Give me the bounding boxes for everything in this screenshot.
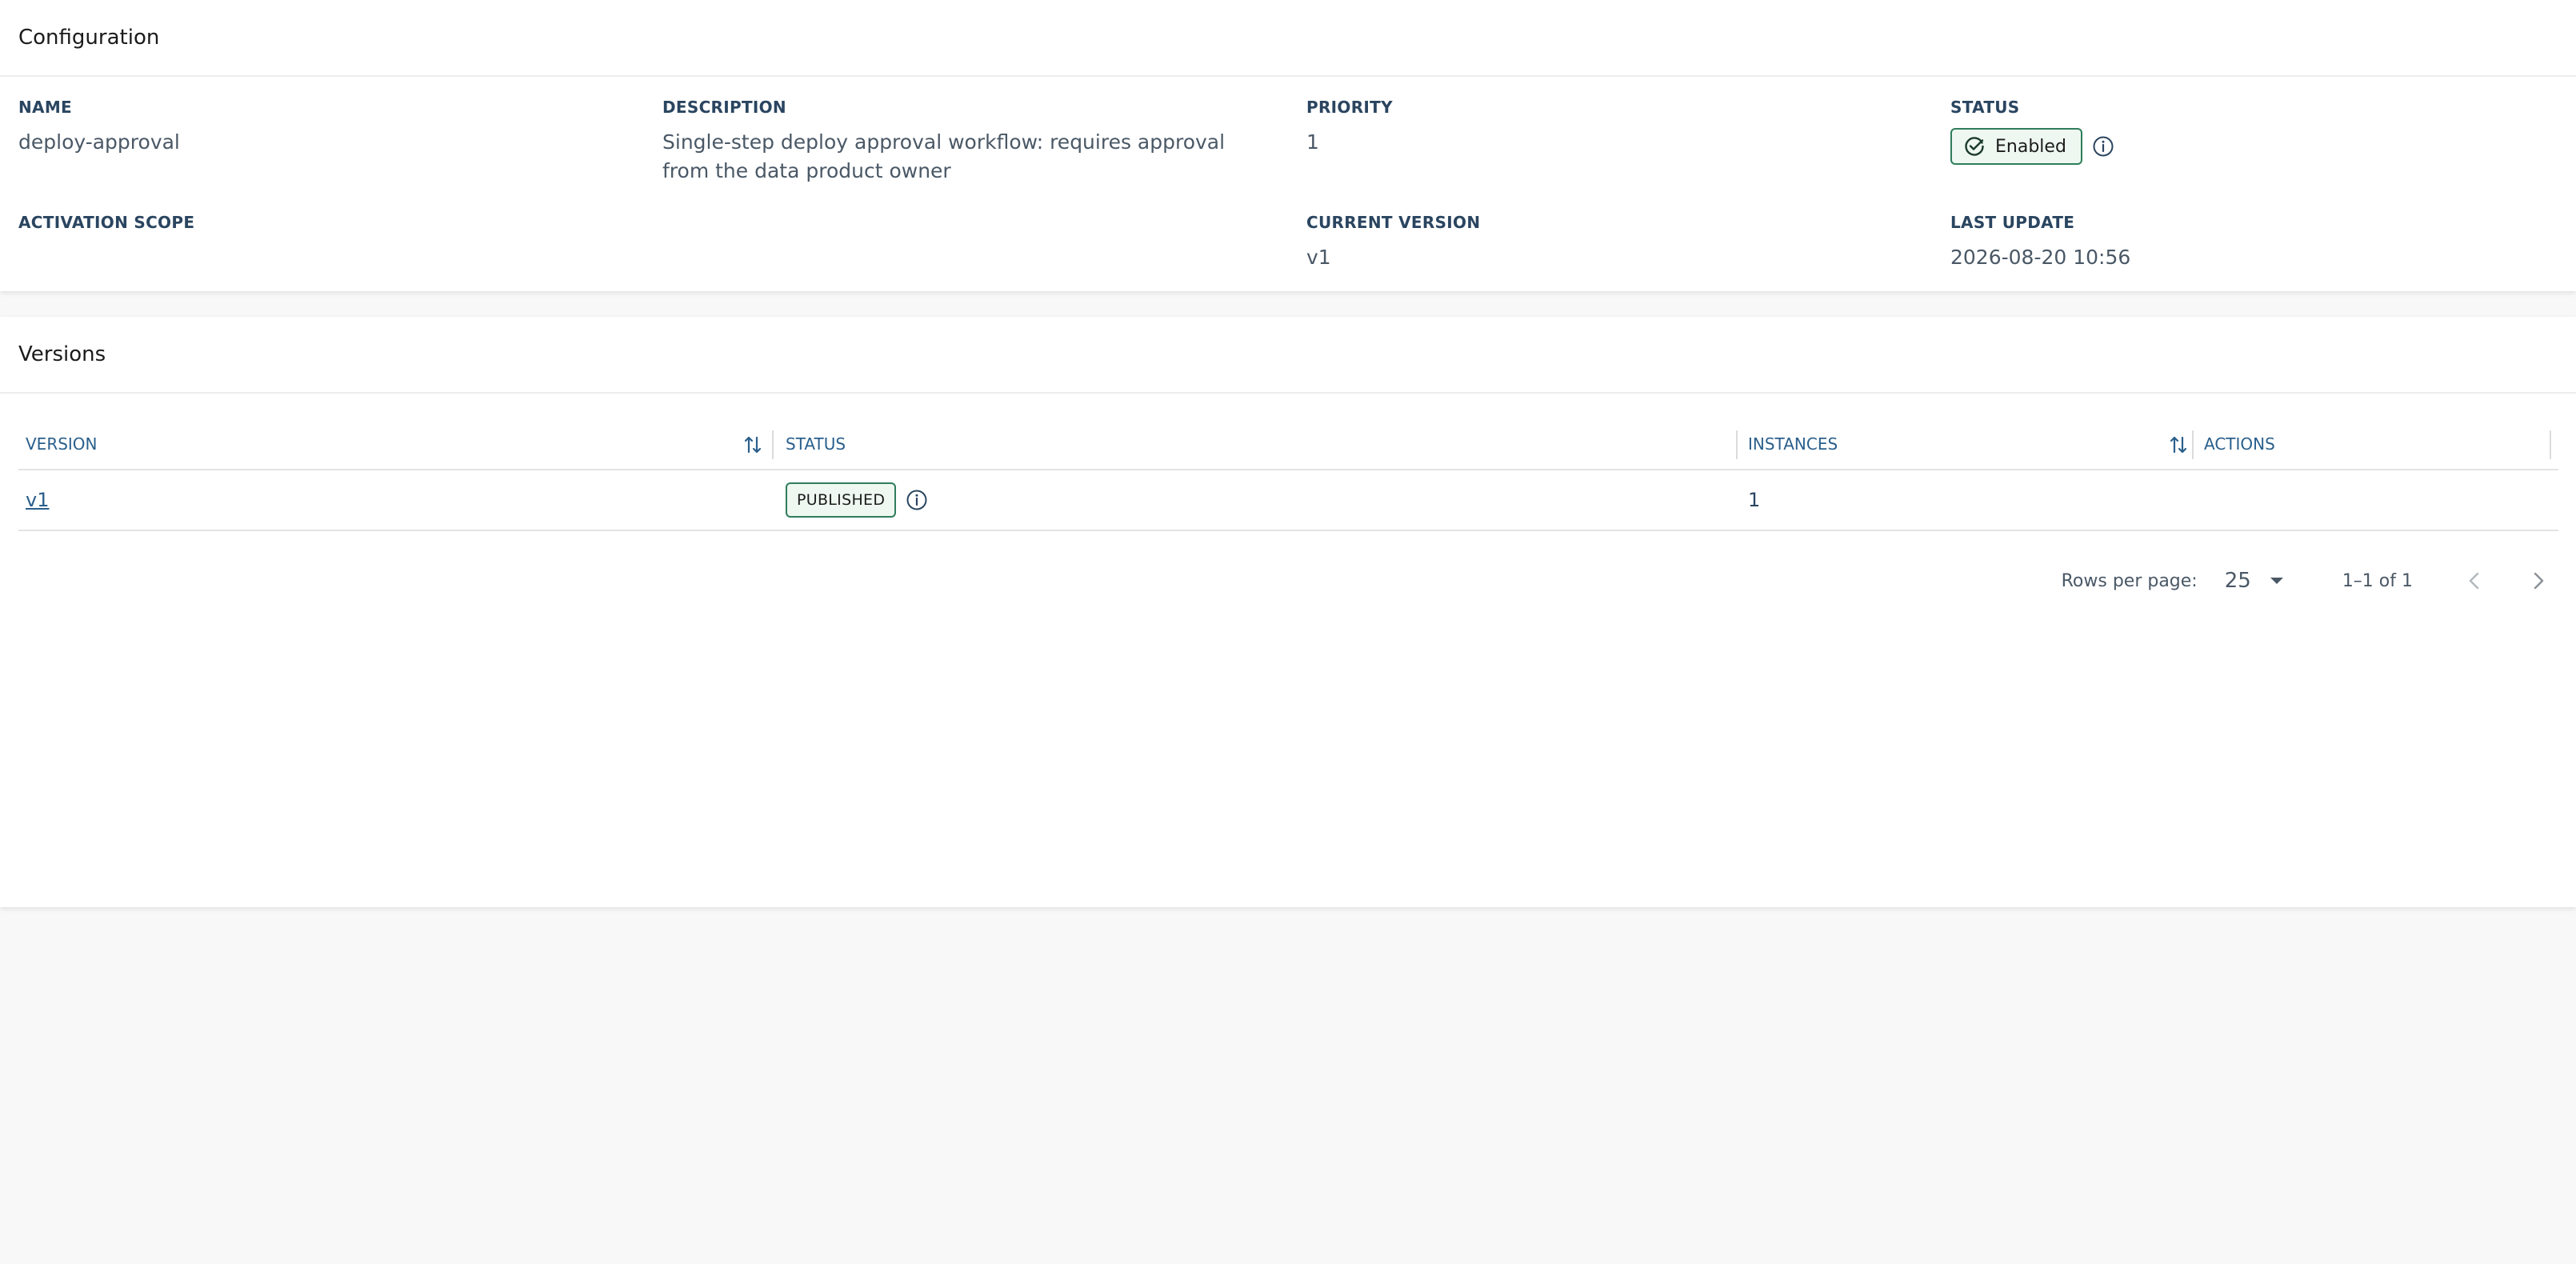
- versions-title: Versions: [0, 317, 2576, 394]
- current-version-field: CURRENT VERSION v1: [1306, 211, 1480, 272]
- version-link[interactable]: v1: [26, 489, 49, 511]
- current-version-label: CURRENT VERSION: [1306, 213, 1481, 232]
- last-update-label: LAST UPDATE: [1950, 213, 2075, 232]
- description-value: Single-step deploy approval workflow: re…: [662, 130, 1226, 182]
- page-range: 1–1 of 1: [2342, 570, 2413, 591]
- column-divider[interactable]: [2192, 430, 2194, 459]
- status-field: STATUS Enabled: [1950, 96, 2114, 165]
- instances-cell: 1: [1748, 489, 1761, 511]
- info-icon[interactable]: [906, 489, 928, 511]
- description-field: DESCRIPTION Single-step deploy approval …: [662, 96, 1270, 186]
- configuration-title: Configuration: [0, 0, 2576, 77]
- configuration-card: Configuration NAME deploy-approval DESCR…: [0, 0, 2576, 291]
- column-divider[interactable]: [2550, 430, 2551, 459]
- last-update-value: 2026-08-20 10:56: [1950, 246, 2131, 269]
- name-value: deploy-approval: [18, 130, 180, 154]
- info-icon[interactable]: [2092, 135, 2114, 158]
- chevron-left-icon: [2469, 572, 2479, 590]
- published-badge: PUBLISHED: [786, 482, 897, 518]
- status-badge-text: Enabled: [1995, 136, 2066, 157]
- sort-icon[interactable]: [743, 434, 762, 459]
- status-label: STATUS: [1950, 98, 2020, 117]
- activation-scope-label: ACTIVATION SCOPE: [18, 213, 195, 232]
- column-header-version[interactable]: VERSION: [26, 419, 98, 469]
- status-cell: PUBLISHED: [786, 470, 928, 530]
- next-page-button[interactable]: [2530, 570, 2547, 592]
- table-header: VERSION STATUS INSTANCES ACTIONS: [18, 419, 2558, 470]
- activation-scope-field: ACTIVATION SCOPE: [18, 211, 194, 243]
- priority-label: PRIORITY: [1306, 98, 1393, 117]
- column-header-instances[interactable]: INSTANCES: [1748, 419, 1838, 469]
- name-label: NAME: [18, 98, 72, 117]
- rows-per-page-value: 25: [2224, 569, 2251, 593]
- status-row: Enabled: [1950, 128, 2114, 165]
- caret-down-icon: [2270, 578, 2283, 584]
- previous-page-button[interactable]: [2466, 570, 2483, 592]
- versions-card: Versions VERSION STATUS INSTANCES ACTION…: [0, 317, 2576, 907]
- chevron-right-icon: [2534, 572, 2544, 590]
- version-cell: v1: [26, 470, 49, 530]
- pagination: Rows per page: 25 1–1 of 1: [2062, 557, 2547, 605]
- rows-per-page-label: Rows per page:: [2061, 570, 2198, 591]
- description-label: DESCRIPTION: [662, 98, 786, 117]
- current-version-value: v1: [1306, 246, 1331, 269]
- column-header-status[interactable]: STATUS: [786, 419, 846, 469]
- table-row: v1 PUBLISHED 1: [18, 470, 2558, 531]
- last-update-field: LAST UPDATE 2026-08-20 10:56: [1950, 211, 2130, 272]
- versions-table: VERSION STATUS INSTANCES ACTIONS v1 PUBL…: [18, 419, 2558, 531]
- sort-icon[interactable]: [2169, 434, 2188, 459]
- priority-field: PRIORITY 1: [1306, 96, 1393, 157]
- check-circle-icon: [1965, 137, 1984, 156]
- priority-value: 1: [1306, 130, 1319, 154]
- column-divider[interactable]: [772, 430, 774, 459]
- column-header-actions: ACTIONS: [2204, 434, 2275, 454]
- column-divider[interactable]: [1736, 430, 1738, 459]
- status-badge: Enabled: [1950, 128, 2082, 165]
- name-field: NAME deploy-approval: [18, 96, 180, 157]
- rows-per-page-select[interactable]: 25: [2225, 569, 2285, 593]
